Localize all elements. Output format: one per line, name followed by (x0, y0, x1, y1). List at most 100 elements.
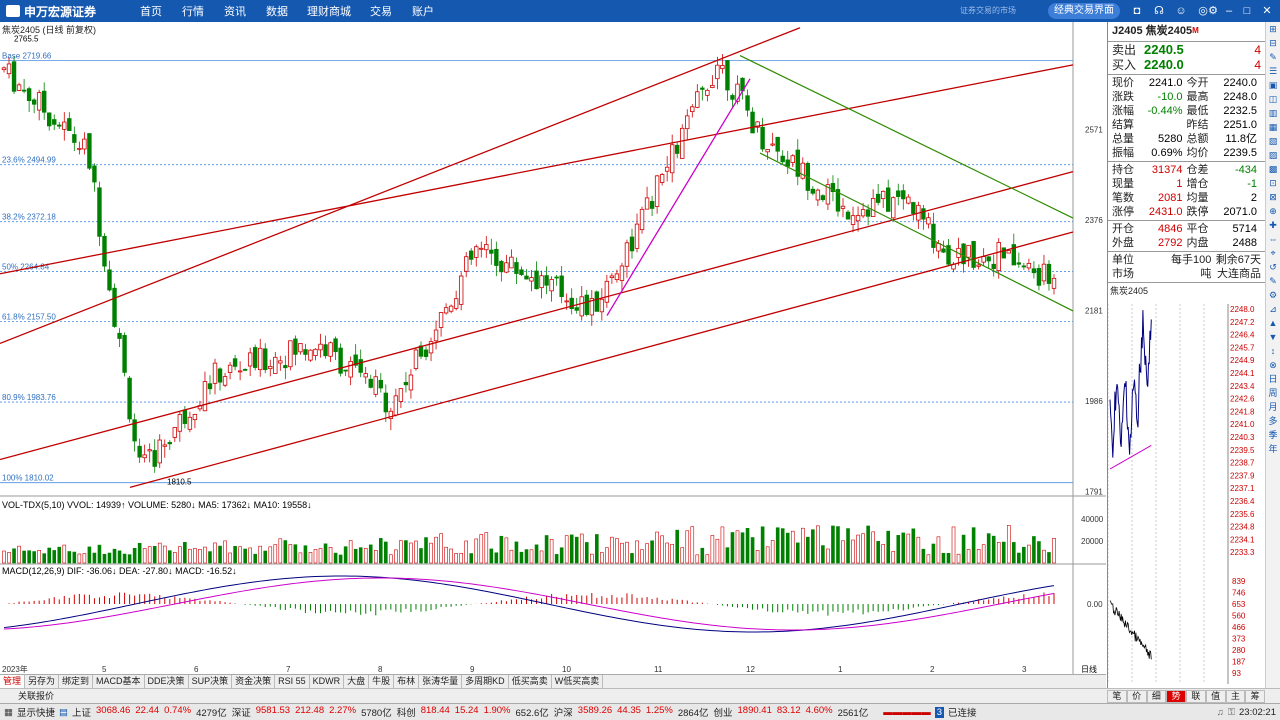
menu-item-5[interactable]: 交易 (360, 3, 402, 19)
close-icon[interactable]: ✕ (1260, 4, 1274, 18)
indicator-tab-15[interactable]: W低买高卖 (552, 675, 604, 688)
right-tab-5[interactable]: 值 (1205, 690, 1226, 703)
tool-icon-24[interactable]: ⊗ (1266, 358, 1280, 372)
tool-icon-8[interactable]: ▧ (1266, 134, 1280, 148)
indicator-tab-6[interactable]: 资金决策 (232, 675, 276, 688)
candle-body (619, 265, 625, 281)
tool-icon-6[interactable]: ▥ (1266, 106, 1280, 120)
maximize-icon[interactable]: □ (1240, 4, 1254, 18)
indicator-tab-4[interactable]: DDE决策 (145, 675, 189, 688)
tool-icon-30[interactable]: 年 (1266, 442, 1280, 456)
tool-icon-17[interactable]: ↺ (1266, 260, 1280, 274)
bell-icon[interactable]: ♫ (1217, 707, 1224, 718)
lock-icon[interactable]: ⚿ (1228, 707, 1235, 718)
tool-icon-3[interactable]: ☰ (1266, 64, 1280, 78)
kline-chart-svg[interactable]: Base 2719.6623.6% 2494.9938.2% 2372.1850… (0, 22, 1106, 674)
message-icon[interactable]: ◘ (1130, 4, 1144, 18)
minimize-icon[interactable]: – (1222, 4, 1236, 18)
volume-bar (569, 534, 574, 564)
related-quote-label[interactable]: 关联报价 (0, 691, 54, 701)
tool-icon-9[interactable]: ▨ (1266, 148, 1280, 162)
grid-icon[interactable]: ▦ (4, 707, 13, 718)
indicator-tab-12[interactable]: 张涛华量 (419, 675, 463, 688)
tool-icon-11[interactable]: ⊡ (1266, 176, 1280, 190)
slogan: 证券交易的市场 (960, 6, 1016, 15)
market-label: 市场 (1112, 268, 1134, 280)
quote-label: 现价 (1112, 77, 1134, 89)
tool-icon-22[interactable]: ▼ (1266, 330, 1280, 344)
menu-item-1[interactable]: 行情 (172, 3, 214, 19)
kline-chart-area[interactable]: Base 2719.66 23.6% 2494.99 38.2% 2372.18 50… (0, 22, 1106, 688)
candle-body (177, 414, 183, 432)
tool-icon-0[interactable]: ⊞ (1266, 22, 1280, 36)
right-tab-2[interactable]: 细 (1146, 690, 1167, 703)
tool-icon-12[interactable]: ⊠ (1266, 190, 1280, 204)
indicator-tab-10[interactable]: 牛股 (369, 675, 395, 688)
quick-display[interactable]: 显示快捷 (17, 705, 55, 719)
tool-icon-5[interactable]: ◫ (1266, 92, 1280, 106)
tool-icon-18[interactable]: ✎ (1266, 274, 1280, 288)
tool-icon-15[interactable]: ⇔ (1266, 232, 1280, 246)
tool-icon-25[interactable]: 日 (1266, 372, 1280, 386)
classic-trade-button[interactable]: 经典交易界面 (1048, 3, 1120, 19)
volume-bar (971, 527, 976, 564)
tool-icon-27[interactable]: 月 (1266, 400, 1280, 414)
tool-icon-21[interactable]: ▲ (1266, 316, 1280, 330)
headset-icon[interactable]: ☊ (1152, 4, 1166, 18)
menu-item-6[interactable]: 账户 (402, 3, 444, 19)
clock-time: 23:02:21 (1239, 706, 1276, 718)
volume-bar (806, 536, 810, 564)
right-tab-3[interactable]: 势 (1166, 690, 1186, 703)
right-tab-7[interactable]: 筹 (1245, 690, 1265, 703)
tool-icon-14[interactable]: ✚ (1266, 218, 1280, 232)
candle-body (865, 209, 871, 217)
right-tab-0[interactable]: 笔 (1107, 690, 1127, 703)
indicator-tab-3[interactable]: MACD基本 (93, 675, 145, 688)
right-tab-4[interactable]: 联 (1186, 690, 1206, 703)
volume-bar (238, 546, 242, 564)
tool-icon-23[interactable]: ↕ (1266, 344, 1280, 358)
menu-item-4[interactable]: 理财商城 (298, 3, 360, 19)
tool-icon-28[interactable]: 多 (1266, 414, 1280, 428)
brand-logo: 申万宏源证券 (0, 3, 110, 20)
user-icon[interactable]: ☺ (1174, 4, 1188, 18)
tool-icon-13[interactable]: ⊕ (1266, 204, 1280, 218)
tool-icon-2[interactable]: ✎ (1266, 50, 1280, 64)
tool-icon-16[interactable]: ⌖ (1266, 246, 1280, 260)
right-tab-6[interactable]: 主 (1225, 690, 1246, 703)
candle-body (212, 362, 218, 384)
right-tab-1[interactable]: 价 (1126, 690, 1147, 703)
indicator-tab-14[interactable]: 低买高卖 (509, 675, 552, 688)
indicator-tab-13[interactable]: 多周期KD (462, 675, 509, 688)
indicator-tab-9[interactable]: 大盘 (344, 675, 370, 688)
menu-item-3[interactable]: 数据 (256, 3, 298, 19)
indicator-tab-2[interactable]: 绑定到 (59, 675, 94, 688)
tool-icon-7[interactable]: ▦ (1266, 120, 1280, 134)
indicator-tab-11[interactable]: 布林 (394, 675, 420, 688)
indicator-tab-7[interactable]: RSI 55 (275, 675, 310, 688)
volume-bar (47, 547, 52, 564)
tool-icon-26[interactable]: 周 (1266, 386, 1280, 400)
tool-icon-1[interactable]: ⊟ (1266, 36, 1280, 50)
tool-icon-29[interactable]: 季 (1266, 428, 1280, 442)
indicator-tab-1[interactable]: 另存为 (25, 675, 60, 688)
candle-body (1006, 250, 1011, 254)
tool-icon-19[interactable]: ⚙ (1266, 288, 1280, 302)
tool-icon-4[interactable]: ▣ (1266, 78, 1280, 92)
volume-bar (966, 549, 971, 564)
indicator-tab-5[interactable]: SUP决策 (189, 675, 233, 688)
intraday-mini-chart[interactable]: 2248.0 2247.2 2246.4 2245.7 2244.9 2244.1 2243… (1108, 304, 1265, 684)
menu-item-0[interactable]: 首页 (130, 3, 172, 19)
volume-bar (816, 525, 820, 564)
sell-price: 2240.5 (1144, 42, 1184, 57)
tool-icon-10[interactable]: ▩ (1266, 162, 1280, 176)
menu-item-2[interactable]: 资讯 (214, 3, 256, 19)
chart-icon[interactable]: ▤ (59, 707, 68, 718)
indicator-tab-0[interactable]: 管理 (0, 675, 26, 688)
tool-icon-20[interactable]: ⊿ (1266, 302, 1280, 316)
volume-bar (605, 547, 609, 564)
ticker-sh-2: 22.44 (135, 705, 160, 716)
indicator-tab-8[interactable]: KDWR (310, 675, 345, 688)
ticker-hs-2: 44.35 (617, 705, 641, 716)
settings-icon[interactable]: ⚙ (1206, 4, 1220, 18)
